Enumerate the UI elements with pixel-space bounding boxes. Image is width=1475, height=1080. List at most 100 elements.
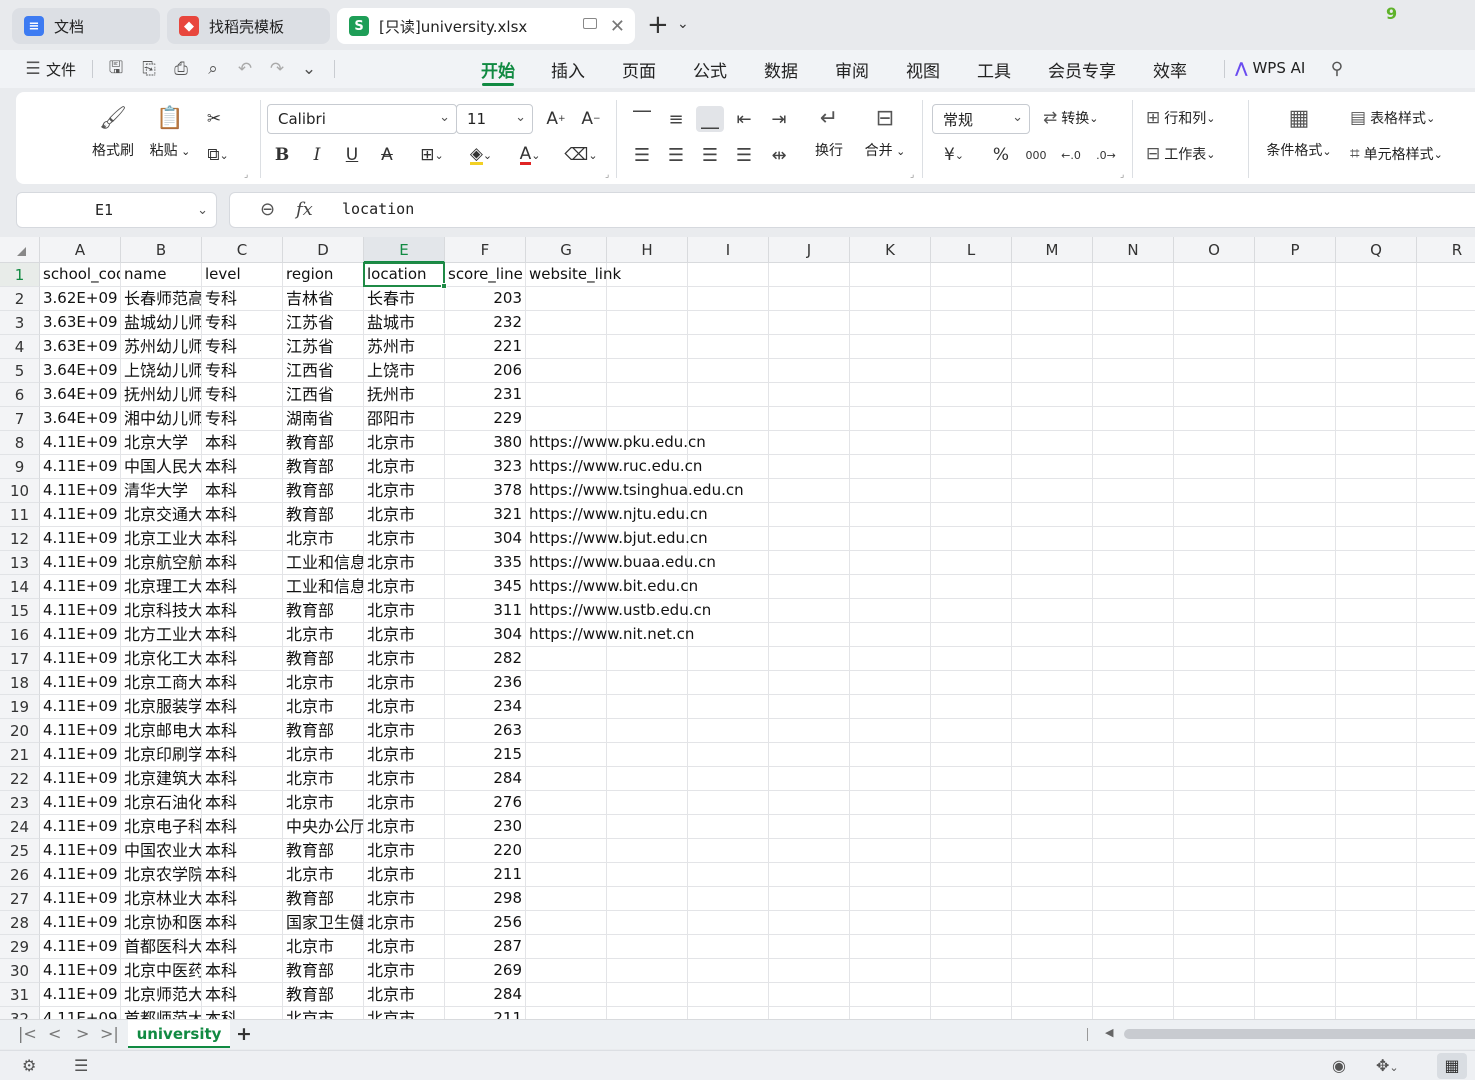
cell-b2[interactable]: 长春师范高等专科学校 [121, 287, 202, 311]
horizontal-scrollbar[interactable] [1124, 1029, 1475, 1039]
cell-q3[interactable] [1336, 311, 1417, 335]
cell-a31[interactable]: 4.11E+09 [40, 983, 121, 1007]
row-header[interactable]: 11 [0, 503, 40, 527]
cell-q25[interactable] [1336, 839, 1417, 863]
cell-c3[interactable]: 专科 [202, 311, 283, 335]
cell-d21[interactable]: 北京市 [283, 743, 364, 767]
cell-h6[interactable] [607, 383, 688, 407]
cell-j31[interactable] [769, 983, 850, 1007]
cell-m13[interactable] [1012, 551, 1093, 575]
cell-d7[interactable]: 湖南省 [283, 407, 364, 431]
row-header[interactable]: 18 [0, 671, 40, 695]
cell-e23[interactable]: 北京市 [364, 791, 445, 815]
cell-d20[interactable]: 教育部 [283, 719, 364, 743]
cell-m24[interactable] [1012, 815, 1093, 839]
cell-k11[interactable] [850, 503, 931, 527]
cell-j7[interactable] [769, 407, 850, 431]
cell-c9[interactable]: 本科 [202, 455, 283, 479]
cell-g8[interactable]: https://www.pku.edu.cn [526, 431, 706, 455]
cell-e13[interactable]: 北京市 [364, 551, 445, 575]
cell-b25[interactable]: 中国农业大学 [121, 839, 202, 863]
cell-r17[interactable] [1417, 647, 1475, 671]
cell-f13[interactable]: 335 [445, 551, 526, 575]
align-left-icon[interactable]: ☰ [628, 142, 656, 168]
cell-g2[interactable] [526, 287, 607, 311]
cell-j28[interactable] [769, 911, 850, 935]
cell-o7[interactable] [1174, 407, 1255, 431]
cell-r27[interactable] [1417, 887, 1475, 911]
cell-b31[interactable]: 北京师范大学 [121, 983, 202, 1007]
cell-a8[interactable]: 4.11E+09 [40, 431, 121, 455]
cell-b19[interactable]: 北京服装学院 [121, 695, 202, 719]
cell-d5[interactable]: 江西省 [283, 359, 364, 383]
cell-g20[interactable] [526, 719, 607, 743]
cell-q32[interactable] [1336, 1007, 1417, 1019]
cell-f21[interactable]: 215 [445, 743, 526, 767]
column-header-m[interactable]: M [1012, 237, 1093, 263]
cell-a29[interactable]: 4.11E+09 [40, 935, 121, 959]
cell-b9[interactable]: 中国人民大学 [121, 455, 202, 479]
row-header[interactable]: 9 [0, 455, 40, 479]
cell-a28[interactable]: 4.11E+09 [40, 911, 121, 935]
cell-j26[interactable] [769, 863, 850, 887]
strikethrough-button[interactable]: A [373, 142, 401, 168]
cell-c28[interactable]: 本科 [202, 911, 283, 935]
column-header-j[interactable]: J [769, 237, 850, 263]
cell-r23[interactable] [1417, 791, 1475, 815]
cell-j15[interactable] [769, 599, 850, 623]
cell-d25[interactable]: 教育部 [283, 839, 364, 863]
cell-h7[interactable] [607, 407, 688, 431]
cell-r3[interactable] [1417, 311, 1475, 335]
cell-q6[interactable] [1336, 383, 1417, 407]
cell-j25[interactable] [769, 839, 850, 863]
cell-e19[interactable]: 北京市 [364, 695, 445, 719]
cell-j13[interactable] [769, 551, 850, 575]
cell-q31[interactable] [1336, 983, 1417, 1007]
cell-o19[interactable] [1174, 695, 1255, 719]
cell-p12[interactable] [1255, 527, 1336, 551]
cell-p4[interactable] [1255, 335, 1336, 359]
cell-d16[interactable]: 北京市 [283, 623, 364, 647]
scroll-divider[interactable] [1087, 1028, 1088, 1041]
next-sheet-icon[interactable]: > [76, 1024, 89, 1043]
cell-i31[interactable] [688, 983, 769, 1007]
cell-b3[interactable]: 盐城幼儿师范高等专科学校 [121, 311, 202, 335]
cell-m22[interactable] [1012, 767, 1093, 791]
cell-j5[interactable] [769, 359, 850, 383]
cell-i5[interactable] [688, 359, 769, 383]
cell-m31[interactable] [1012, 983, 1093, 1007]
cell-p5[interactable] [1255, 359, 1336, 383]
cell-l29[interactable] [931, 935, 1012, 959]
cell-i16[interactable] [688, 623, 769, 647]
cell-m16[interactable] [1012, 623, 1093, 647]
cell-g10[interactable]: https://www.tsinghua.edu.cn [526, 479, 744, 503]
cell-h22[interactable] [607, 767, 688, 791]
hamburger-menu-icon[interactable]: ☰ [22, 58, 44, 80]
cell-n3[interactable] [1093, 311, 1174, 335]
cell-r1[interactable] [1417, 263, 1475, 287]
cell-r22[interactable] [1417, 767, 1475, 791]
cell-q8[interactable] [1336, 431, 1417, 455]
cell-style-button[interactable]: ⌗ 单元格样式 ⌄ [1350, 144, 1443, 164]
cell-h23[interactable] [607, 791, 688, 815]
align-middle-icon[interactable]: ≡ [662, 106, 690, 132]
tab-daoke-templates[interactable]: ◆ 找稻壳模板 [167, 8, 330, 44]
cell-i14[interactable] [688, 575, 769, 599]
row-header[interactable]: 10 [0, 479, 40, 503]
cell-a5[interactable]: 3.64E+09 [40, 359, 121, 383]
cell-g6[interactable] [526, 383, 607, 407]
cell-f20[interactable]: 263 [445, 719, 526, 743]
cell-g31[interactable] [526, 983, 607, 1007]
cell-d15[interactable]: 教育部 [283, 599, 364, 623]
tab-page[interactable]: 页面 [622, 57, 656, 82]
row-header[interactable]: 32 [0, 1007, 40, 1019]
cell-d12[interactable]: 北京市 [283, 527, 364, 551]
cell-l23[interactable] [931, 791, 1012, 815]
cell-n2[interactable] [1093, 287, 1174, 311]
row-header[interactable]: 1 [0, 263, 40, 287]
cell-l11[interactable] [931, 503, 1012, 527]
cell-m14[interactable] [1012, 575, 1093, 599]
cell-n6[interactable] [1093, 383, 1174, 407]
normal-view-icon[interactable]: ▦ [1437, 1053, 1467, 1079]
cell-f16[interactable]: 304 [445, 623, 526, 647]
